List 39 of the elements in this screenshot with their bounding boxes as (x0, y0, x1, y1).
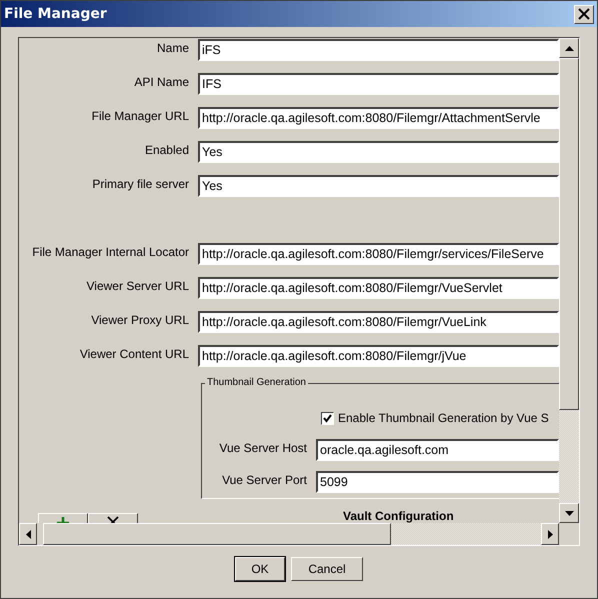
scroll-right-button[interactable] (541, 523, 559, 545)
text-field[interactable]: http://oracle.qa.agilesoft.com:8080/Filemgr/services/FileServe (198, 243, 559, 265)
text-field[interactable]: 5099 (316, 471, 559, 493)
field-label: Viewer Proxy URL (90, 312, 189, 329)
left-arrow-icon (26, 530, 30, 538)
up-arrow-icon (564, 46, 574, 50)
text-field[interactable]: http://oracle.qa.agilesoft.com:8080/Filemgr/jVue (198, 345, 559, 367)
field-label: File Manager URL (90, 108, 189, 125)
text-field[interactable]: http://oracle.qa.agilesoft.com:8080/Filemgr/VueServlet (198, 277, 559, 299)
text-field[interactable]: Yes (198, 175, 559, 197)
field-label: File Manager Internal Locator (31, 244, 189, 261)
scroll-left-button[interactable] (19, 523, 37, 545)
dialog-button[interactable]: OK (235, 557, 285, 581)
text-field[interactable]: Yes (198, 141, 559, 163)
close-icon (578, 8, 590, 20)
field-label: Viewer Content URL (78, 346, 189, 363)
right-arrow-icon (548, 530, 552, 538)
group-title: Thumbnail Generation (205, 377, 308, 388)
field-label: Vue Server Port (221, 472, 307, 489)
field-label: Viewer Server URL (86, 278, 189, 295)
text-field[interactable]: http://oracle.qa.agilesoft.com:8080/Filemgr/VueLink (198, 311, 559, 333)
text-field[interactable]: IFS (198, 73, 559, 95)
checkbox-label: Enable Thumbnail Generation by Vue S (338, 411, 549, 425)
dialog-button[interactable]: Cancel (291, 557, 363, 581)
section-heading: Vault Configuration (342, 509, 455, 523)
checkbox[interactable] (321, 412, 334, 424)
text-field[interactable]: http://oracle.qa.agilesoft.com:8080/Filemgr/AttachmentServle (198, 107, 559, 129)
close-button[interactable] (574, 4, 594, 24)
text-field[interactable]: oracle.qa.agilesoft.com (316, 439, 559, 461)
window-title: File Manager (4, 6, 107, 22)
scroll-up-button[interactable] (559, 38, 579, 58)
text-field[interactable]: iFS (198, 39, 559, 61)
down-arrow-icon (564, 510, 574, 516)
scroll-down-button[interactable] (559, 503, 579, 523)
field-label: Name (156, 40, 189, 57)
field-label: API Name (133, 74, 189, 91)
field-label: Vue Server Host (218, 440, 307, 457)
field-label: Primary file server (91, 176, 189, 193)
field-label: Enabled (144, 142, 189, 159)
